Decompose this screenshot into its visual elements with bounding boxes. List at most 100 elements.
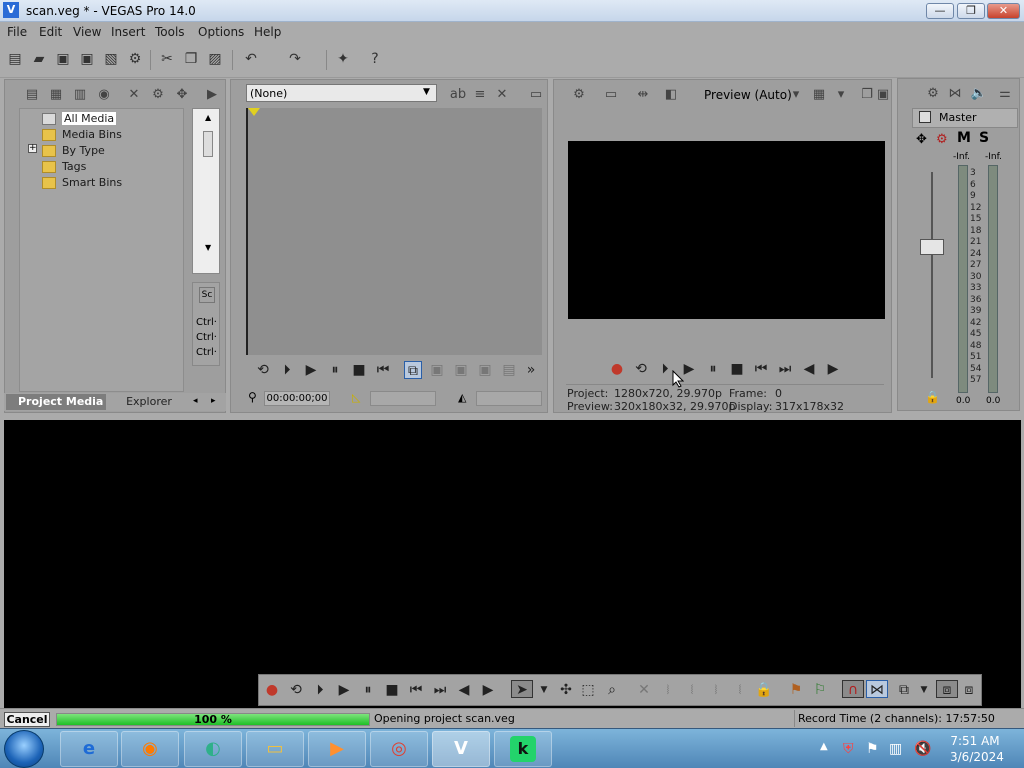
pause-icon[interactable]: ⏸ [359,681,377,699]
trimmer-canvas[interactable] [246,108,542,355]
trim-start-icon[interactable]: ⧙ [683,681,701,699]
menu-options[interactable]: Options [198,25,244,39]
auto-crossfade-icon[interactable]: ⋈ [866,680,888,698]
menu-view[interactable]: View [73,25,101,39]
loop-icon[interactable]: ⟲ [632,360,650,378]
chrome-icon[interactable]: ◎ [370,731,428,767]
insert-icon[interactable]: ▣ [452,361,470,379]
lock-icon[interactable]: 🔒 [925,390,940,404]
external-monitor-icon[interactable]: ▭ [602,86,620,104]
menu-edit[interactable]: Edit [39,25,62,39]
timeline-area[interactable] [4,420,1021,708]
preview-quality-dropdown[interactable]: Preview (Auto) [704,88,792,102]
split-screen-icon[interactable]: ⇹ [634,86,652,104]
pan-icon[interactable]: ✥ [916,132,927,147]
internet-explorer-icon[interactable]: e [60,731,118,767]
maximize-button[interactable]: ❐ [957,3,985,19]
master-checkbox[interactable] [919,111,931,123]
more-icon[interactable]: » [522,361,540,379]
copy-icon[interactable]: ❐ [182,50,200,68]
lock-envelopes-icon[interactable]: ⧈ [936,680,958,698]
help-icon[interactable]: ? [366,50,384,68]
chevron-down-icon[interactable]: ▾ [832,86,850,104]
fx-icon[interactable]: ⚙ [936,132,948,147]
chevron-down-icon[interactable]: ▼ [535,681,553,699]
media-properties-icon[interactable]: ⚙ [149,86,167,104]
file-explorer-icon[interactable]: ▭ [246,731,304,767]
capture-icon[interactable]: ▦ [47,86,65,104]
volume-muted-icon[interactable]: 🔇 [914,741,931,757]
previous-frame-icon[interactable]: ◀ [800,360,818,378]
stop-icon[interactable]: ■ [383,681,401,699]
dock-icon[interactable]: ▭ [527,86,545,104]
split-icon[interactable]: ⧙ [731,681,749,699]
trim-icon[interactable]: ⧘ [659,681,677,699]
play-from-start-icon[interactable]: ⏵ [311,681,329,699]
selection-tool-icon[interactable]: ⬚ [579,681,597,699]
chevron-down-icon[interactable]: ▼ [915,681,933,699]
web-media-icon[interactable]: ◉ [95,86,113,104]
properties-icon[interactable]: ⚙ [126,50,144,68]
mute-button[interactable]: M [957,130,971,146]
tab-explorer[interactable]: Explorer [115,394,183,410]
previous-frame-icon[interactable]: ◀ [455,681,473,699]
go-to-end-icon[interactable]: ⏭ [431,681,449,699]
more-tools-icon[interactable]: ▶ [203,86,221,104]
play-from-start-icon[interactable]: ⏵ [278,361,296,379]
show-hidden-icons[interactable]: ▲ [820,741,828,752]
tab-project-media[interactable]: Project Media [6,394,106,410]
add-to-timeline-icon[interactable]: ⧉ [404,361,422,379]
go-to-start-icon[interactable]: ⏮ [752,360,770,378]
record-icon[interactable]: ● [263,681,281,699]
paste-icon[interactable]: ▨ [206,50,224,68]
undo-icon[interactable]: ↶ [242,50,260,68]
add-track-icon[interactable]: ▣ [428,361,446,379]
media-player-icon[interactable]: ▶ [308,731,366,767]
trimmer-dropdown[interactable]: (None) ▼ [246,84,437,102]
overlays-icon[interactable]: ◧ [662,86,680,104]
next-frame-icon[interactable]: ▶ [479,681,497,699]
menu-tools[interactable]: Tools [155,25,185,39]
zoom-tool-icon[interactable]: ⌕ [603,681,621,699]
firefox-icon[interactable]: ◉ [121,731,179,767]
security-alert-icon[interactable]: ⛨ [843,741,854,757]
record-icon[interactable]: ● [608,360,626,378]
save-as-icon[interactable]: ▣ [78,50,96,68]
remove-media-icon[interactable]: ✕ [125,86,143,104]
vegas-icon[interactable]: V [432,731,490,767]
k-app-icon[interactable]: k [494,731,552,767]
import-media-icon[interactable]: ▤ [23,86,41,104]
smart-split-icon[interactable]: Sc [199,287,215,303]
media-fx-icon[interactable]: ✥ [173,86,191,104]
chevron-down-icon[interactable]: ▾ [787,86,805,104]
render-icon[interactable]: ▧ [102,50,120,68]
envelope-tool-icon[interactable]: ✣ [557,681,575,699]
speaker-icon[interactable]: 🔈 [970,85,988,103]
media-scrollbar[interactable]: ▲ ▼ [192,108,220,274]
play-icon[interactable]: ▶ [335,681,353,699]
marker-icon[interactable]: ⚑ [787,681,805,699]
go-to-start-icon[interactable]: ⏮ [374,361,392,379]
edge-icon[interactable]: ◐ [184,731,242,767]
overwrite-icon[interactable]: ▣ [476,361,494,379]
action-center-flag-icon[interactable]: ⚑ [866,741,879,757]
abc-icon[interactable]: ab [449,86,467,104]
close-button[interactable]: ✕ [987,3,1020,19]
snapping-icon[interactable]: ∩ [842,680,864,698]
scroll-down-icon[interactable]: ▼ [205,243,211,252]
pause-icon[interactable]: ⏸ [326,361,344,379]
play-icon[interactable]: ▶ [302,361,320,379]
next-frame-icon[interactable]: ▶ [824,360,842,378]
cancel-button[interactable]: Cancel [4,712,50,727]
tab-scroll-left-icon[interactable]: ◂ [193,396,198,406]
network-icon[interactable]: ▥ [889,741,902,757]
lock-icon[interactable]: 🔒 [755,681,773,699]
list-icon[interactable]: ≡ [471,86,489,104]
get-media-icon[interactable]: ▥ [71,86,89,104]
save-snapshot-icon[interactable]: ▣ [874,86,892,104]
settings-icon[interactable]: ⚙ [924,85,942,103]
solo-button[interactable]: S [979,130,989,146]
menu-file[interactable]: File [7,25,27,39]
delete-icon[interactable]: ✕ [635,681,653,699]
save-icon[interactable]: ▣ [54,50,72,68]
